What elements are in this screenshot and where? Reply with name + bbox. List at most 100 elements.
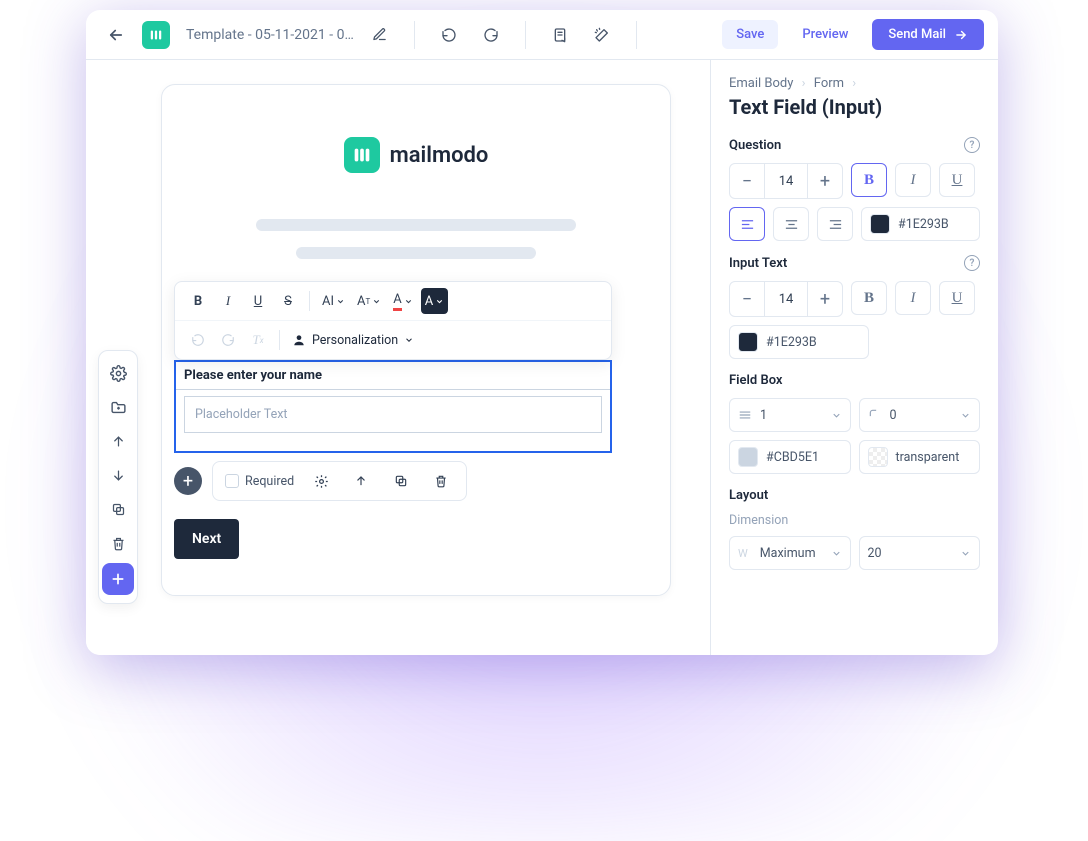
preview-button[interactable]: Preview <box>788 20 862 49</box>
layout-section-label: Layout <box>729 488 768 503</box>
underline-icon[interactable]: U <box>245 288 271 314</box>
question-font-size-stepper[interactable]: − 14 + <box>729 163 843 199</box>
text-color-dropdown[interactable]: A <box>389 288 416 314</box>
height-value: 20 <box>868 546 882 561</box>
personalization-label: Personalization <box>312 333 398 348</box>
app-logo-icon <box>142 21 170 49</box>
undo-icon[interactable] <box>433 19 465 51</box>
font-size-dropdown[interactable]: AT <box>353 288 385 314</box>
input-underline-button[interactable]: U <box>939 281 975 315</box>
input-color-input[interactable]: #1E293B <box>729 325 869 359</box>
width-mode-select[interactable]: W Maximum <box>729 536 851 570</box>
height-select[interactable]: 20 <box>859 536 981 570</box>
input-font-size-stepper[interactable]: − 14 + <box>729 281 843 317</box>
bg-color-label: transparent <box>896 450 960 465</box>
save-button[interactable]: Save <box>722 20 778 49</box>
dimension-label: Dimension <box>729 513 980 528</box>
border-radius-value: 0 <box>890 408 897 423</box>
notes-icon[interactable] <box>544 19 576 51</box>
crumb-form[interactable]: Form <box>814 76 844 91</box>
placeholder-line <box>256 219 576 231</box>
move-down-icon[interactable] <box>104 461 132 489</box>
color-swatch <box>870 214 890 234</box>
bold-icon[interactable]: B <box>185 288 211 314</box>
field-box-section-label: Field Box <box>729 373 783 388</box>
next-button[interactable]: Next <box>174 519 239 559</box>
align-center-icon[interactable] <box>773 207 809 241</box>
person-icon <box>292 333 306 347</box>
crumb-email-body[interactable]: Email Body <box>729 76 793 91</box>
align-left-icon[interactable] <box>729 207 765 241</box>
increment-icon[interactable]: + <box>808 164 842 198</box>
breadcrumb: Email Body › Form › <box>729 76 980 91</box>
arrow-right-icon <box>954 28 968 42</box>
toolbar-undo-icon[interactable] <box>185 327 211 353</box>
field-actions: + Required <box>174 461 630 501</box>
field-settings-icon[interactable] <box>308 468 334 494</box>
divider <box>414 21 415 49</box>
checkbox-icon <box>225 474 239 488</box>
align-right-icon[interactable] <box>817 207 853 241</box>
chevron-down-icon <box>404 335 414 345</box>
send-mail-button[interactable]: Send Mail <box>872 19 984 50</box>
add-field-button[interactable]: + <box>174 467 202 495</box>
clear-format-icon[interactable]: Tx <box>245 327 271 353</box>
magic-wand-icon[interactable] <box>586 19 618 51</box>
delete-block-icon[interactable] <box>104 529 132 557</box>
border-radius-select[interactable]: 0 <box>859 398 981 432</box>
help-icon[interactable]: ? <box>964 137 980 153</box>
font-family-dropdown[interactable]: AI <box>318 288 349 314</box>
input-italic-button[interactable]: I <box>895 281 931 315</box>
edit-name-icon[interactable] <box>364 19 396 51</box>
input-color-hex: #1E293B <box>766 335 817 350</box>
copy-block-icon[interactable] <box>104 495 132 523</box>
input-font-size: 14 <box>764 282 808 316</box>
question-bold-button[interactable]: B <box>851 163 887 197</box>
help-icon[interactable]: ? <box>964 255 980 271</box>
question-underline-button[interactable]: U <box>939 163 975 197</box>
divider <box>525 21 526 49</box>
move-up-icon[interactable] <box>104 427 132 455</box>
color-swatch <box>738 447 758 467</box>
field-copy-icon[interactable] <box>388 468 414 494</box>
input-bold-button[interactable]: B <box>851 281 887 315</box>
text-toolbar: B I U S AI AT A A Tx <box>174 281 612 360</box>
field-move-up-icon[interactable] <box>348 468 374 494</box>
increment-icon[interactable]: + <box>808 282 842 316</box>
settings-icon[interactable] <box>104 359 132 387</box>
field-delete-icon[interactable] <box>428 468 454 494</box>
divider <box>636 21 637 49</box>
properties-panel: Email Body › Form › Text Field (Input) Q… <box>710 60 998 655</box>
question-font-size: 14 <box>764 164 808 198</box>
decrement-icon[interactable]: − <box>730 282 764 316</box>
border-lines-icon <box>738 408 752 422</box>
text-field-block[interactable]: Please enter your name Placeholder Text <box>174 360 612 453</box>
app-window: Template - 05-11-2021 - 0… Save Preview … <box>86 10 998 655</box>
toolbar-redo-icon[interactable] <box>215 327 241 353</box>
field-question[interactable]: Please enter your name <box>176 362 610 390</box>
placeholder-line <box>296 247 536 259</box>
question-italic-button[interactable]: I <box>895 163 931 197</box>
corner-radius-icon <box>868 408 882 422</box>
strikethrough-icon[interactable]: S <box>275 288 301 314</box>
redo-icon[interactable] <box>475 19 507 51</box>
border-color-input[interactable]: #CBD5E1 <box>729 440 851 474</box>
bg-color-dropdown[interactable]: A <box>421 288 448 314</box>
question-color-input[interactable]: #1E293B <box>861 207 980 241</box>
input-text-section-label: Input Text <box>729 256 787 271</box>
decrement-icon[interactable]: − <box>730 164 764 198</box>
brand-row: mailmodo <box>202 137 630 173</box>
email-canvas: mailmodo B I U S AI AT A A <box>161 84 671 596</box>
personalization-dropdown[interactable]: Personalization <box>288 333 418 348</box>
italic-icon[interactable]: I <box>215 288 241 314</box>
main-area: mailmodo B I U S AI AT A A <box>86 60 998 655</box>
field-placeholder[interactable]: Placeholder Text <box>184 396 602 433</box>
back-arrow-icon[interactable] <box>100 19 132 51</box>
border-width-select[interactable]: 1 <box>729 398 851 432</box>
required-toggle[interactable]: Required <box>225 474 294 489</box>
bg-color-input[interactable]: transparent <box>859 440 981 474</box>
add-folder-icon[interactable] <box>104 393 132 421</box>
template-name[interactable]: Template - 05-11-2021 - 0… <box>186 27 354 43</box>
question-section-label: Question <box>729 138 781 153</box>
add-block-button[interactable] <box>102 563 134 595</box>
